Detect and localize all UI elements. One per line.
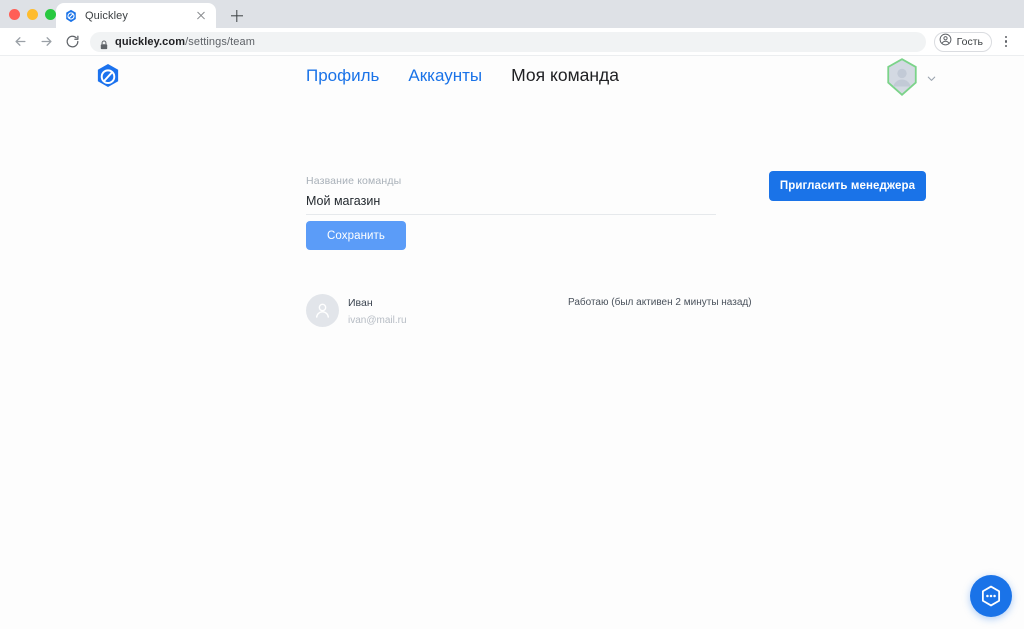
invite-manager-button[interactable]: Пригласить менеджера xyxy=(769,171,926,201)
team-name-underline xyxy=(306,214,716,215)
address-bar-url: quickley.com/settings/team xyxy=(115,36,255,48)
profile-chip-label: Гость xyxy=(956,35,983,48)
person-avatar-icon xyxy=(306,294,339,327)
browser-toolbar: quickley.com/settings/team Гость xyxy=(0,28,1024,56)
member-name: Иван xyxy=(348,297,373,309)
main-nav: Профиль Аккаунты Моя команда xyxy=(306,65,619,86)
address-bar[interactable]: quickley.com/settings/team xyxy=(90,31,926,52)
nav-item-accounts[interactable]: Аккаунты xyxy=(408,66,482,86)
reload-icon[interactable] xyxy=(60,30,84,54)
page-content: Профиль Аккаунты Моя команда Название ко… xyxy=(0,57,1024,629)
user-avatar-hexagon-icon[interactable] xyxy=(884,57,920,97)
zoom-window-button[interactable] xyxy=(45,9,56,20)
new-tab-button[interactable] xyxy=(224,3,250,28)
close-window-button[interactable] xyxy=(9,9,20,20)
team-member-row[interactable]: Иван ivan@mail.ru Работаю (был активен 2… xyxy=(306,294,752,334)
member-email: ivan@mail.ru xyxy=(348,315,407,326)
nav-item-my-team[interactable]: Моя команда xyxy=(511,65,619,86)
close-icon[interactable] xyxy=(194,9,208,23)
nav-item-profile[interactable]: Профиль xyxy=(306,66,379,86)
member-status: Работаю (был активен 2 минуты назад) xyxy=(568,297,752,308)
person-icon xyxy=(939,33,952,51)
url-path: /settings/team xyxy=(185,35,255,48)
window-traffic-lights xyxy=(9,9,56,20)
profile-chip[interactable]: Гость xyxy=(933,31,992,52)
arrow-back-icon[interactable] xyxy=(8,30,32,54)
browser-tab-title: Quickley xyxy=(85,9,128,22)
team-name-input[interactable]: Мой магазин xyxy=(306,194,380,208)
browser-tabstrip: Quickley xyxy=(0,0,1024,28)
browser-window: Quickley quickley.com/settings/team Гост… xyxy=(0,0,1024,629)
quickley-hex-logo-icon[interactable] xyxy=(93,62,123,92)
quickley-logo-icon xyxy=(64,9,78,23)
chevron-down-icon[interactable] xyxy=(926,71,938,83)
browser-tab[interactable]: Quickley xyxy=(56,3,216,28)
lock-icon xyxy=(100,37,108,49)
arrow-forward-icon[interactable] xyxy=(34,30,58,54)
save-button[interactable]: Сохранить xyxy=(306,221,406,250)
app-header: Профиль Аккаунты Моя команда xyxy=(0,57,1024,115)
user-menu[interactable] xyxy=(884,57,938,97)
url-domain: quickley.com xyxy=(115,35,186,48)
chat-bubble-dots-icon[interactable] xyxy=(970,575,1012,617)
minimize-window-button[interactable] xyxy=(27,9,38,20)
kebab-menu-icon[interactable] xyxy=(996,31,1016,53)
team-name-label: Название команды xyxy=(306,175,402,187)
